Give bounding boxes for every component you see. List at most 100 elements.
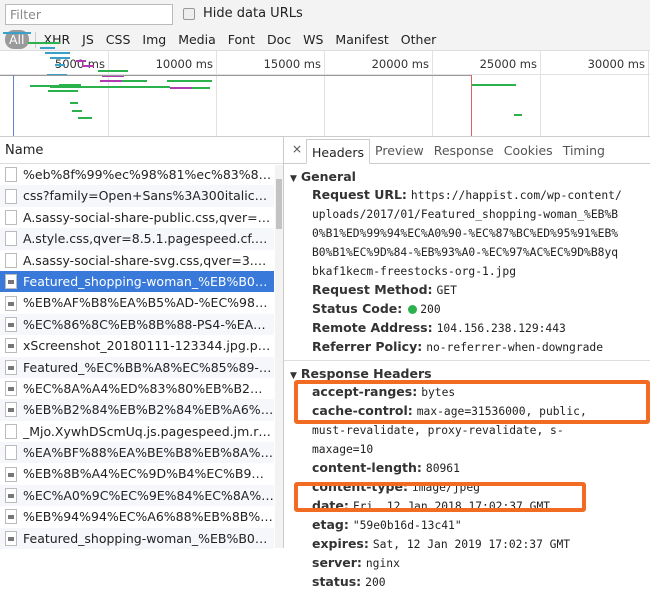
timeline-gridline bbox=[540, 51, 541, 137]
filter-other[interactable]: Other bbox=[395, 30, 443, 49]
network-overview-timeline[interactable]: 5000 ms 10000 ms 15000 ms 20000 ms 25000 ms 3… bbox=[0, 32, 650, 137]
request-name: Featured_%EC%BB%A8%EC%85%89-%EC%... bbox=[23, 359, 274, 375]
filter-media[interactable]: Media bbox=[172, 30, 222, 49]
network-toolbar: Hide data URLs All XHR JS CSS Img Media … bbox=[0, 0, 650, 50]
waterfall-bar bbox=[70, 102, 78, 104]
waterfall-bar bbox=[192, 87, 210, 89]
header-value: "59e0b16d-13c41" bbox=[352, 519, 462, 532]
request-row[interactable]: A.style.css,qver=8.5.1.pagespeed.cf.wisg… bbox=[0, 228, 274, 250]
request-row[interactable]: A.sassy-social-share-public.css,qver=3.1… bbox=[0, 207, 274, 228]
name-column-header[interactable]: Name bbox=[0, 137, 283, 164]
key: Referrer Policy: bbox=[312, 339, 423, 354]
image-file-icon bbox=[5, 381, 17, 397]
close-icon[interactable]: × bbox=[288, 137, 306, 163]
header-key: etag: bbox=[312, 517, 349, 532]
timeline-gridline bbox=[324, 51, 325, 137]
tab-headers[interactable]: Headers bbox=[306, 139, 371, 164]
scrollbar[interactable] bbox=[275, 165, 283, 548]
document-file-icon bbox=[5, 423, 17, 439]
key: Status Code: bbox=[312, 301, 403, 316]
request-name: %EB%AF%B8%EA%B5%AD-%EC%98%81%E... bbox=[23, 295, 274, 311]
request-method-row: Request Method: GET bbox=[284, 281, 650, 300]
request-row[interactable]: %EB%8B%A4%EC%9D%B4%EC%B9%B8%EC... bbox=[0, 463, 274, 484]
filter-css[interactable]: CSS bbox=[100, 30, 137, 49]
key: Request URL: bbox=[312, 187, 407, 202]
image-file-icon bbox=[5, 316, 17, 332]
document-file-icon bbox=[5, 231, 17, 247]
request-row[interactable]: Featured_shopping-woman_%EB%B0%B1%E... bbox=[0, 270, 274, 293]
waterfall-bar bbox=[472, 84, 516, 86]
tab-preview[interactable]: Preview bbox=[370, 138, 429, 163]
filter-doc[interactable]: Doc bbox=[261, 30, 297, 49]
value: 104.156.238.129:443 bbox=[436, 322, 566, 335]
waterfall-bar bbox=[167, 80, 212, 82]
image-file-icon bbox=[5, 488, 17, 504]
scrollbar-thumb[interactable] bbox=[276, 179, 282, 229]
waterfall-bar bbox=[50, 86, 170, 88]
request-row[interactable]: _Mjo.XywhDScmUq.js.pagespeed.jm.rOw9d... bbox=[0, 421, 274, 442]
key: Remote Address: bbox=[312, 320, 433, 335]
waterfall-bar bbox=[98, 70, 128, 72]
filter-img[interactable]: Img bbox=[136, 30, 172, 49]
timeline-gridline bbox=[432, 51, 433, 137]
tab-cookies[interactable]: Cookies bbox=[499, 138, 558, 163]
request-name: xScreenshot_20180111-123344.jpg.pagespe.… bbox=[23, 338, 274, 354]
request-name: A.sassy-social-share-svg.css,qver=3.1.6.… bbox=[23, 252, 274, 268]
waterfall-bar bbox=[55, 64, 65, 66]
waterfall-bar bbox=[50, 57, 70, 59]
request-name: %EC%8A%A4%ED%83%80%EB%B2%85%EC... bbox=[23, 380, 274, 396]
load-event-marker bbox=[471, 75, 472, 137]
request-row[interactable]: %EC%86%8C%EB%8B%88-PS4-%EA%B4%9... bbox=[0, 313, 274, 336]
request-name: A.sassy-social-share-public.css,qver=3.1… bbox=[23, 209, 274, 225]
filter-input[interactable] bbox=[5, 4, 173, 25]
detail-tabs: × Headers Preview Response Cookies Timin… bbox=[284, 137, 650, 164]
referrer-policy-row: Referrer Policy: no-referrer-when-downgr… bbox=[284, 338, 650, 357]
request-row[interactable]: %EB%AF%B8%EA%B5%AD-%EC%98%81%E... bbox=[0, 292, 274, 313]
waterfall-bar bbox=[170, 87, 192, 89]
header-value: 200 bbox=[365, 576, 386, 589]
request-row[interactable]: %EC%A0%9C%EC%9E%84%EC%8A%A4-%E... bbox=[0, 484, 274, 507]
image-file-icon bbox=[5, 466, 17, 482]
request-name: %EB%94%94%EC%A6%88%EB%8B%88-%ED... bbox=[23, 509, 274, 525]
request-row[interactable]: Featured_%EC%BB%A8%EC%85%89-%EC%... bbox=[0, 356, 274, 378]
image-file-icon bbox=[5, 274, 17, 290]
request-row[interactable]: %EB%94%94%EC%A6%88%EB%8B%88-%ED... bbox=[0, 506, 274, 527]
header-key: status: bbox=[312, 574, 362, 589]
filter-ws[interactable]: WS bbox=[297, 30, 329, 49]
request-name: css?family=Open+Sans%3A300italic%2C400..… bbox=[23, 188, 274, 204]
request-row[interactable]: xScreenshot_20180111-123344.jpg.pagespe.… bbox=[0, 335, 274, 356]
remote-address-row: Remote Address: 104.156.238.129:443 bbox=[284, 319, 650, 338]
request-row[interactable]: %EA%BF%88%EA%BE%B8%EB%8A%94%EC... bbox=[0, 442, 274, 464]
header-value: nginx bbox=[365, 557, 400, 570]
header-value: Sat, 12 Jan 2019 17:02:37 GMT bbox=[372, 538, 571, 551]
request-row[interactable]: css?family=Open+Sans%3A300italic%2C400..… bbox=[0, 185, 274, 207]
divider bbox=[34, 31, 36, 48]
tab-timing[interactable]: Timing bbox=[558, 138, 610, 163]
timeline-gridline bbox=[216, 51, 217, 137]
filter-js[interactable]: JS bbox=[76, 30, 100, 49]
filter-manifest[interactable]: Manifest bbox=[329, 30, 394, 49]
request-row[interactable]: %EC%8A%A4%ED%83%80%EB%B2%85%EC... bbox=[0, 378, 274, 399]
hide-data-urls-checkbox[interactable]: Hide data URLs bbox=[183, 6, 303, 21]
timeline-gridline bbox=[108, 51, 109, 137]
tab-response[interactable]: Response bbox=[429, 138, 499, 163]
response-header-row: status: 200 bbox=[284, 573, 650, 592]
resource-type-filters: All XHR JS CSS Img Media Font Doc WS Man… bbox=[5, 30, 442, 49]
request-row[interactable]: %eb%8f%99%ec%98%81%ec%83%81%ec%... bbox=[0, 164, 274, 185]
response-headers-title: Response Headers bbox=[300, 366, 432, 381]
timeline-tick-label: 25000 ms bbox=[479, 57, 537, 71]
request-row[interactable]: Featured_shopping-woman_%EB%B0%B1%E... bbox=[0, 527, 274, 550]
header-key: expires: bbox=[312, 536, 369, 551]
header-key: server: bbox=[312, 555, 362, 570]
status-dot-icon bbox=[408, 305, 418, 314]
general-section-toggle[interactable]: ▼ General bbox=[284, 164, 650, 186]
request-row[interactable]: A.sassy-social-share-svg.css,qver=3.1.6.… bbox=[0, 250, 274, 271]
filter-font[interactable]: Font bbox=[222, 30, 261, 49]
request-url-value: https://happist.com/wp-content/uploads/2… bbox=[312, 189, 622, 278]
value: 200 bbox=[420, 303, 441, 316]
waterfall-bar bbox=[48, 90, 78, 92]
request-row[interactable]: %EB%B2%84%EB%B2%84%EB%A6%AC-%EB... bbox=[0, 399, 274, 421]
timeline-tick-label: 10000 ms bbox=[155, 57, 213, 71]
checkbox-icon[interactable] bbox=[183, 7, 195, 20]
image-file-icon bbox=[5, 509, 17, 525]
